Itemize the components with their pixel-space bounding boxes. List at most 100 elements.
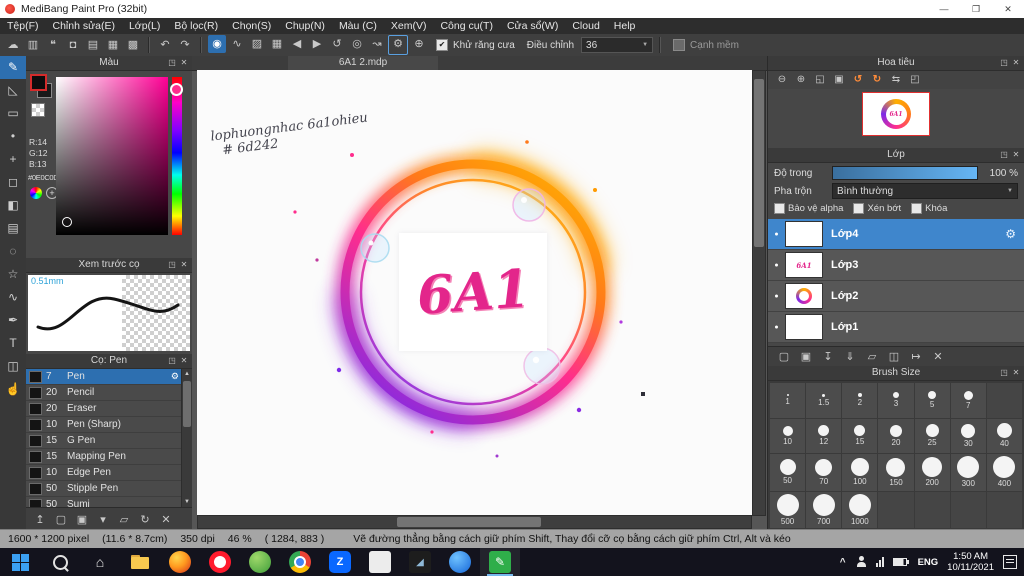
combine-layer-icon[interactable]: ◫: [887, 350, 901, 363]
concentric-icon[interactable]: ◎: [348, 35, 366, 53]
brush-size-1000[interactable]: 1000: [842, 491, 878, 528]
brush-size-3[interactable]: 3: [878, 383, 914, 418]
scroll-thumb[interactable]: [183, 381, 191, 427]
layer-settings-icon[interactable]: ⚙: [1005, 227, 1016, 241]
blend-mode-dropdown[interactable]: Bình thường ▼: [832, 183, 1018, 199]
close-icon[interactable]: ✕: [1010, 366, 1022, 380]
brush-list-scrollbar[interactable]: ▲ ▼: [181, 369, 192, 507]
brush-menu-icon[interactable]: ▾: [96, 513, 110, 526]
brush-size-300[interactable]: 300: [950, 454, 986, 491]
photos-app-icon[interactable]: ◢: [400, 548, 440, 576]
redo-icon[interactable]: ↷: [176, 36, 194, 54]
brush-size-70[interactable]: 70: [806, 454, 842, 491]
popout-icon[interactable]: ◳: [998, 366, 1010, 380]
duplicate-layer-icon[interactable]: ▣: [799, 350, 813, 363]
hand-tool[interactable]: ☝: [0, 378, 26, 401]
frame-tool[interactable]: ◫: [0, 355, 26, 378]
brush-size-150[interactable]: 150: [878, 454, 914, 491]
move-tool[interactable]: +: [0, 148, 26, 171]
foreground-color-swatch[interactable]: [30, 74, 47, 91]
brush-size-1[interactable]: 1: [770, 383, 806, 418]
menu-item-c-ng-c-t[interactable]: Công cụ(T): [433, 18, 500, 34]
duplicate-brush-icon[interactable]: ▣: [75, 513, 89, 526]
brush-item-edge-pen[interactable]: 10 Edge Pen: [26, 465, 181, 481]
popout-icon[interactable]: ◳: [166, 258, 178, 272]
protect-alpha-checkbox[interactable]: Bảo vệ alpha: [774, 203, 843, 214]
clipboard-icon[interactable]: ▥: [24, 36, 42, 54]
wand-tool[interactable]: ☆: [0, 263, 26, 286]
brush-size-200[interactable]: 200: [914, 454, 950, 491]
menu-item-b-l-c-r[interactable]: Bộ lọc(R): [167, 18, 225, 34]
mesh-icon[interactable]: ▦: [268, 35, 286, 53]
layer-visibility-toggle[interactable]: ●: [768, 293, 785, 300]
minimize-button[interactable]: —: [928, 0, 960, 18]
merge-down-icon[interactable]: ⇓: [843, 350, 857, 363]
clipping-checkbox[interactable]: Xén bớt: [853, 203, 901, 214]
brush-size-40[interactable]: 40: [986, 418, 1022, 453]
hue-slider[interactable]: [172, 77, 182, 235]
brush-size-12[interactable]: 12: [806, 418, 842, 453]
actual-pixels-icon[interactable]: ▣: [831, 72, 847, 88]
chrome-icon[interactable]: [280, 548, 320, 576]
adjust-dropdown[interactable]: 36 ▼: [581, 37, 654, 53]
scroll-thumb[interactable]: [754, 79, 764, 247]
brush-item-eraser[interactable]: 20 Eraser: [26, 401, 181, 417]
medibang-app-icon[interactable]: ✎: [480, 548, 520, 576]
undo-icon[interactable]: ↶: [156, 36, 174, 54]
brush-size-5[interactable]: 5: [914, 383, 950, 418]
add-brush-icon[interactable]: ▢: [54, 513, 68, 526]
text-tool[interactable]: T: [0, 332, 26, 355]
scroll-down-icon[interactable]: ▼: [182, 497, 192, 507]
lasso-tool[interactable]: ◌: [0, 240, 26, 263]
bucket-tool[interactable]: ◧: [0, 194, 26, 217]
color-wheel-icon[interactable]: [30, 187, 42, 199]
taskbar-clock[interactable]: 1:50 AM 10/11/2021: [947, 551, 994, 573]
stroke-icon[interactable]: ∿: [228, 35, 246, 53]
transfer-layer-icon[interactable]: ↧: [821, 350, 835, 363]
hatch-icon[interactable]: ▨: [248, 35, 266, 53]
canvas-horizontal-scrollbar[interactable]: [197, 515, 752, 529]
dock-icon[interactable]: ↥: [33, 513, 47, 526]
menu-item-cloud[interactable]: Cloud: [565, 18, 606, 34]
brush-size-700[interactable]: 700: [806, 491, 842, 528]
brush-sync-icon[interactable]: ↻: [138, 513, 152, 526]
menu-item-help[interactable]: Help: [607, 18, 643, 34]
menu-item-xem-v[interactable]: Xem(V): [384, 18, 434, 34]
spiral-icon[interactable]: ↺: [328, 35, 346, 53]
document-tab[interactable]: 6A1 2.mdp: [288, 56, 438, 70]
close-button[interactable]: ✕: [992, 0, 1024, 18]
brush-size-20[interactable]: 20: [878, 418, 914, 453]
search-button[interactable]: [40, 548, 80, 576]
battery-icon[interactable]: [892, 558, 909, 566]
white-app-icon[interactable]: [360, 548, 400, 576]
comment-icon[interactable]: ❝: [44, 36, 62, 54]
language-indicator[interactable]: ENG: [918, 557, 939, 568]
fit-screen-icon[interactable]: ◱: [812, 72, 828, 88]
layer-visibility-toggle[interactable]: ●: [768, 231, 785, 238]
copy-view-icon[interactable]: ◰: [907, 72, 923, 88]
close-icon[interactable]: ✕: [178, 56, 190, 70]
menu-item-ch-p-n[interactable]: Chụp(N): [278, 18, 332, 34]
popout-icon[interactable]: ◳: [998, 56, 1010, 70]
restore-button[interactable]: ❐: [960, 0, 992, 18]
opera-icon[interactable]: [200, 548, 240, 576]
opacity-slider[interactable]: [832, 166, 978, 180]
brush-item-g-pen[interactable]: 15 G Pen: [26, 433, 181, 449]
brush-size-7[interactable]: 7: [950, 383, 986, 418]
menu-item-l-p-l[interactable]: Lớp(L): [122, 18, 167, 34]
cloud-icon[interactable]: ☁: [4, 36, 22, 54]
close-icon[interactable]: ✕: [178, 354, 190, 368]
gradient-tool[interactable]: ▤: [0, 217, 26, 240]
layer-visibility-toggle[interactable]: ●: [768, 262, 785, 269]
brush-settings-icon[interactable]: ⚙: [171, 371, 179, 382]
transparent-swatch[interactable]: [31, 103, 45, 117]
popout-icon[interactable]: ◳: [166, 354, 178, 368]
antialias-checkbox[interactable]: ✔: [436, 39, 448, 51]
coccoc-icon[interactable]: [240, 548, 280, 576]
layer-folder-icon[interactable]: ▱: [865, 350, 879, 363]
brush-folder-icon[interactable]: ▱: [117, 513, 131, 526]
brush-size-400[interactable]: 400: [986, 454, 1022, 491]
brush-item-pencil[interactable]: 20 Pencil: [26, 385, 181, 401]
close-icon[interactable]: ✕: [1010, 148, 1022, 162]
browser-app-icon[interactable]: [440, 548, 480, 576]
